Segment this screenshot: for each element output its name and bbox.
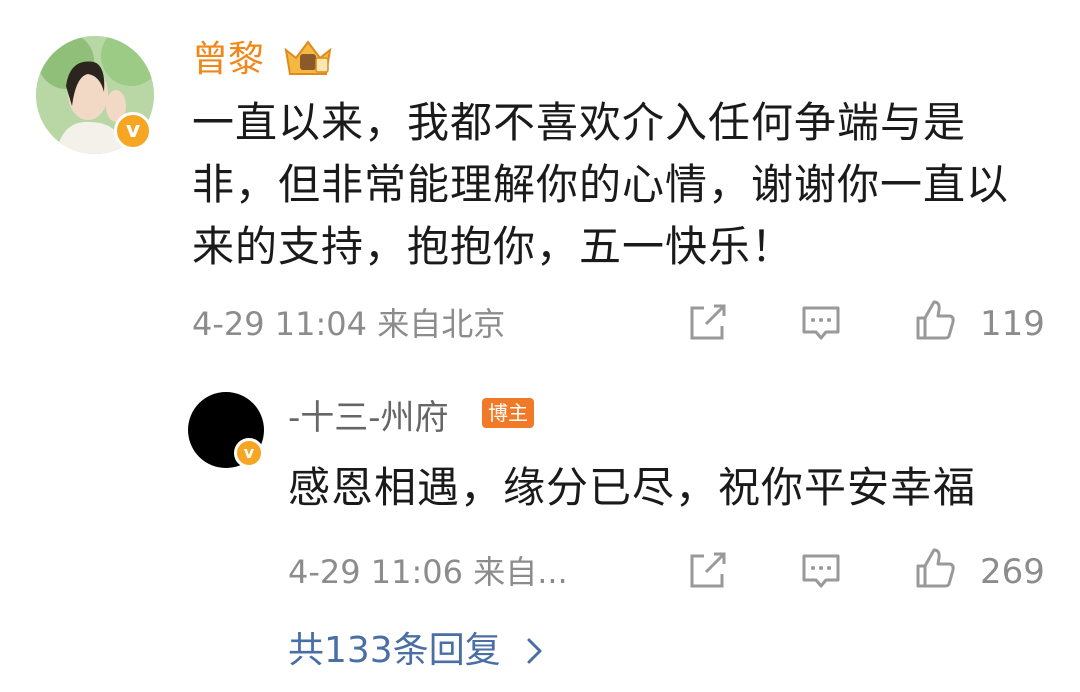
comment-time: 4-29 11:04: [192, 305, 368, 343]
reply-time: 4-29 11:06: [288, 553, 464, 591]
comment-meta: 4-29 11:04 来自北京: [192, 304, 505, 344]
reply-location: 来自...: [473, 553, 568, 591]
like-icon[interactable]: [912, 546, 958, 592]
reply-content: 感恩相遇，缘分已尽，祝你平安幸福: [288, 463, 977, 512]
verified-icon: v: [114, 112, 152, 150]
reply-meta: 4-29 11:06 来自...: [288, 552, 568, 592]
like-icon[interactable]: [912, 298, 958, 344]
comment-content: 一直以来，我都不喜欢介入任何争端与是非，但非常能理解你的心情，谢谢你一直以来的支…: [192, 98, 1010, 271]
author-badge: 博主: [482, 398, 534, 428]
like-count: 119: [980, 304, 1045, 344]
share-icon[interactable]: [684, 300, 730, 346]
share-icon[interactable]: [684, 548, 730, 594]
comment-author[interactable]: 曾黎: [192, 36, 264, 84]
verified-icon: v: [234, 438, 264, 468]
comment-icon[interactable]: [798, 548, 844, 594]
chevron-right-icon[interactable]: [524, 636, 546, 666]
comment-icon[interactable]: [798, 300, 844, 346]
reply-author[interactable]: -十三-州府: [288, 396, 449, 440]
crown-icon: [284, 40, 332, 75]
more-replies-link[interactable]: 共133条回复: [288, 628, 501, 674]
like-count: 269: [980, 552, 1045, 592]
comment-location: 来自北京: [377, 305, 506, 343]
